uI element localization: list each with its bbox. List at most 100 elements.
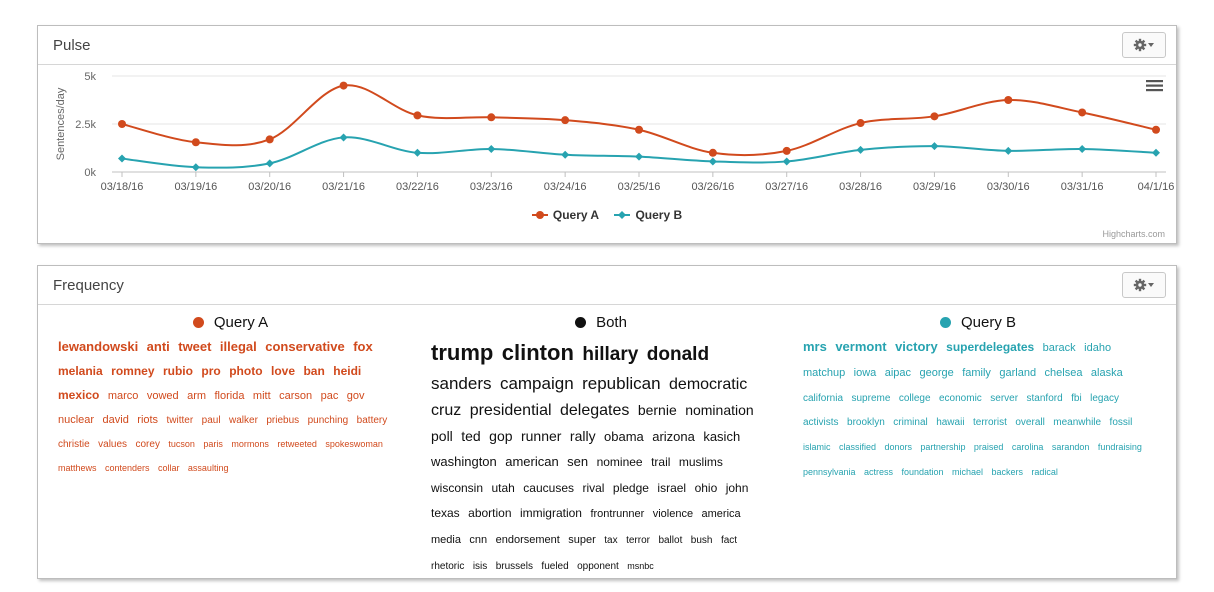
- cloud-word[interactable]: backers: [991, 467, 1023, 477]
- cloud-word[interactable]: donald: [647, 344, 709, 365]
- cloud-word[interactable]: terrorist: [973, 417, 1007, 428]
- cloud-word[interactable]: david: [103, 414, 129, 426]
- cloud-word[interactable]: brooklyn: [847, 417, 885, 428]
- data-point[interactable]: [339, 133, 348, 142]
- legend-item-query-b[interactable]: Query B: [614, 208, 682, 222]
- cloud-word[interactable]: chelsea: [1045, 367, 1083, 379]
- cloud-word[interactable]: idaho: [1084, 342, 1111, 354]
- cloud-word[interactable]: matthews: [58, 463, 97, 473]
- data-point[interactable]: [708, 157, 717, 166]
- cloud-word[interactable]: democratic: [669, 376, 747, 393]
- cloud-word[interactable]: classified: [839, 442, 876, 452]
- pulse-settings-button[interactable]: [1122, 32, 1166, 58]
- cloud-word[interactable]: poll: [431, 428, 453, 444]
- cloud-word[interactable]: mrs: [803, 339, 827, 354]
- cloud-word[interactable]: praised: [974, 442, 1004, 452]
- cloud-word[interactable]: fact: [721, 535, 737, 546]
- cloud-word[interactable]: illegal: [220, 339, 257, 354]
- cloud-word[interactable]: george: [919, 367, 953, 379]
- cloud-word[interactable]: retweeted: [277, 439, 317, 449]
- cloud-word[interactable]: supreme: [851, 393, 890, 404]
- cloud-word[interactable]: tucson: [168, 439, 195, 449]
- cloud-word[interactable]: campaign: [500, 374, 574, 393]
- cloud-word[interactable]: corey: [136, 439, 160, 450]
- cloud-word[interactable]: christie: [58, 439, 90, 450]
- cloud-word[interactable]: texas: [431, 506, 460, 520]
- cloud-word[interactable]: pledge: [613, 481, 649, 495]
- cloud-word[interactable]: israel: [657, 481, 686, 495]
- cloud-word[interactable]: opponent: [577, 561, 619, 572]
- data-point[interactable]: [191, 163, 200, 172]
- cloud-word[interactable]: caucuses: [523, 481, 574, 495]
- cloud-word[interactable]: cruz: [431, 402, 461, 419]
- cloud-word[interactable]: hawaii: [936, 417, 964, 428]
- cloud-word[interactable]: sarandon: [1052, 442, 1090, 452]
- cloud-word[interactable]: rubio: [163, 364, 193, 378]
- cloud-word[interactable]: ted: [461, 428, 480, 444]
- cloud-word[interactable]: fueled: [541, 561, 568, 572]
- cloud-word[interactable]: pennsylvania: [803, 467, 856, 477]
- cloud-word[interactable]: alaska: [1091, 367, 1123, 379]
- cloud-word[interactable]: marco: [108, 390, 139, 402]
- cloud-word[interactable]: economic: [939, 393, 982, 404]
- cloud-word[interactable]: server: [990, 393, 1018, 404]
- data-point[interactable]: [856, 145, 865, 154]
- cloud-word[interactable]: sen: [567, 454, 588, 469]
- cloud-word[interactable]: carson: [279, 390, 312, 402]
- cloud-word[interactable]: runner: [521, 428, 561, 444]
- cloud-word[interactable]: tax: [604, 535, 617, 546]
- cloud-word[interactable]: iowa: [854, 367, 877, 379]
- cloud-word[interactable]: kasich: [703, 429, 740, 444]
- data-point[interactable]: [265, 159, 274, 168]
- data-point[interactable]: [1152, 125, 1160, 134]
- cloud-word[interactable]: riots: [137, 414, 158, 426]
- data-point[interactable]: [339, 81, 348, 90]
- cloud-word[interactable]: mormons: [231, 439, 269, 449]
- cloud-word[interactable]: nuclear: [58, 414, 94, 426]
- cloud-word[interactable]: criminal: [893, 417, 927, 428]
- cloud-word[interactable]: actress: [864, 467, 893, 477]
- cloud-word[interactable]: ballot: [658, 535, 682, 546]
- cloud-word[interactable]: gov: [347, 390, 365, 402]
- data-point[interactable]: [930, 142, 939, 151]
- cloud-word[interactable]: fossil: [1110, 417, 1133, 428]
- data-point[interactable]: [487, 144, 496, 153]
- cloud-word[interactable]: paris: [203, 439, 223, 449]
- cloud-word[interactable]: muslims: [679, 455, 723, 469]
- cloud-word[interactable]: republican: [582, 374, 660, 393]
- highcharts-credits-link[interactable]: Highcharts.com: [1102, 229, 1165, 239]
- data-point[interactable]: [930, 112, 939, 121]
- cloud-word[interactable]: mexico: [58, 388, 99, 402]
- cloud-word[interactable]: arizona: [652, 429, 695, 444]
- cloud-word[interactable]: delegates: [560, 402, 629, 419]
- data-point[interactable]: [413, 111, 422, 120]
- data-point[interactable]: [782, 146, 791, 155]
- cloud-word[interactable]: legacy: [1090, 393, 1119, 404]
- cloud-word[interactable]: carolina: [1012, 442, 1044, 452]
- cloud-word[interactable]: victory: [895, 339, 938, 354]
- data-point[interactable]: [635, 152, 643, 161]
- data-point[interactable]: [1078, 108, 1087, 117]
- cloud-word[interactable]: heidi: [333, 364, 361, 378]
- cloud-word[interactable]: paul: [202, 415, 221, 426]
- cloud-word[interactable]: barack: [1043, 342, 1076, 354]
- cloud-word[interactable]: contenders: [105, 463, 150, 473]
- cloud-word[interactable]: sanders: [431, 374, 491, 393]
- cloud-word[interactable]: twitter: [167, 415, 194, 426]
- cloud-word[interactable]: lewandowski: [58, 339, 138, 354]
- data-point[interactable]: [118, 120, 126, 128]
- cloud-word[interactable]: msnbc: [627, 561, 654, 571]
- cloud-word[interactable]: overall: [1015, 417, 1044, 428]
- cloud-word[interactable]: walker: [229, 415, 258, 426]
- cloud-word[interactable]: abortion: [468, 506, 511, 520]
- cloud-word[interactable]: values: [98, 439, 127, 450]
- cloud-word[interactable]: utah: [491, 481, 514, 495]
- cloud-word[interactable]: vermont: [835, 339, 886, 354]
- cloud-word[interactable]: islamic: [803, 442, 831, 452]
- cloud-word[interactable]: obama: [604, 429, 644, 444]
- cloud-word[interactable]: mitt: [253, 390, 271, 402]
- cloud-word[interactable]: immigration: [520, 506, 582, 520]
- cloud-word[interactable]: endorsement: [496, 534, 560, 546]
- cloud-word[interactable]: fundraising: [1098, 442, 1142, 452]
- cloud-word[interactable]: conservative: [265, 339, 345, 354]
